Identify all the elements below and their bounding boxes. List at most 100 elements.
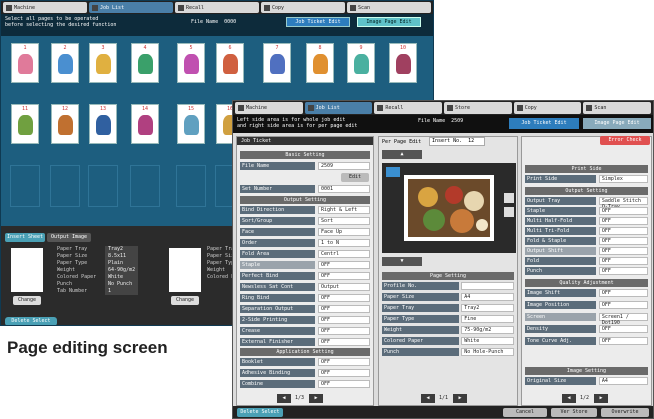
- tab-job-list[interactable]: Job List: [304, 102, 373, 114]
- setting-row[interactable]: Multi Tri-Fold OFF: [525, 227, 648, 235]
- page-thumbnail[interactable]: 6: [216, 43, 244, 83]
- page-thumbnail[interactable]: 4: [131, 43, 159, 83]
- setting-row[interactable]: Colored Paper White: [382, 337, 514, 345]
- row-label: File Name: [240, 162, 316, 170]
- setting-row[interactable]: Image Position OFF: [525, 301, 648, 309]
- setting-row[interactable]: Fold & Staple OFF: [525, 237, 648, 245]
- zoom-in-icon[interactable]: [504, 193, 514, 203]
- setting-row[interactable]: Tone Curve Adj. OFF: [525, 337, 648, 345]
- page-illustration-icon: [396, 54, 411, 74]
- setting-row[interactable]: Image Shift OFF: [525, 289, 648, 297]
- tab-recall[interactable]: Recall: [175, 2, 259, 13]
- setting-row[interactable]: External Finisher OFF: [240, 338, 370, 346]
- print-side-row[interactable]: Print Side Simplex: [525, 175, 648, 183]
- file-name-label: File Name: [418, 118, 446, 124]
- page-thumbnail[interactable]: 5: [177, 43, 205, 83]
- cancel-button[interactable]: Cancel: [503, 408, 547, 417]
- page-thumbnail[interactable]: 7: [263, 43, 291, 83]
- page-up-button[interactable]: ◀: [421, 394, 435, 403]
- file-name-row[interactable]: File Name 2509: [240, 162, 370, 170]
- setting-row[interactable]: Crease OFF: [240, 327, 370, 335]
- setting-row[interactable]: Profile No.: [382, 282, 514, 290]
- setting-row[interactable]: Paper Type Fine: [382, 315, 514, 323]
- job-ticket-edit-button[interactable]: Job Ticket Edit: [509, 118, 579, 129]
- ver-store-button[interactable]: Ver Store: [551, 408, 597, 417]
- zoom-out-icon[interactable]: [504, 207, 514, 217]
- setting-row[interactable]: Newsless Sat Cont Output: [240, 283, 370, 291]
- setting-row[interactable]: Perfect Bind OFF: [240, 272, 370, 280]
- setting-row[interactable]: Sort/Group Sort: [240, 217, 370, 225]
- page-thumbnail[interactable]: 1: [11, 43, 39, 83]
- image-page-edit-button[interactable]: Image Page Edit: [583, 118, 651, 129]
- tab-copy[interactable]: Copy: [513, 102, 582, 114]
- setting-row[interactable]: Order 1 to N: [240, 239, 370, 247]
- page-up-button[interactable]: ◀: [277, 394, 291, 403]
- setting-row[interactable]: Output Shift OFF: [525, 247, 648, 255]
- prev-page-button[interactable]: ▲: [382, 150, 422, 159]
- page-thumbnail[interactable]: 11: [11, 104, 39, 144]
- setting-row[interactable]: Combine OFF: [240, 380, 370, 388]
- setting-row[interactable]: Staple OFF: [240, 261, 370, 269]
- tab-output-image[interactable]: Output Image: [47, 233, 91, 242]
- setting-row[interactable]: Density OFF: [525, 325, 648, 333]
- setting-row[interactable]: 2-Side Printing OFF: [240, 316, 370, 324]
- page-thumbnail[interactable]: 9: [347, 43, 375, 83]
- page-thumbnail[interactable]: 3: [89, 43, 117, 83]
- page-thumbnail[interactable]: 10: [389, 43, 417, 83]
- setting-row[interactable]: Staple OFF: [525, 207, 648, 215]
- tab-scan[interactable]: Scan: [583, 102, 652, 114]
- page-down-button[interactable]: ▶: [309, 394, 323, 403]
- page-thumbnail[interactable]: 13: [89, 104, 117, 144]
- error-check-button[interactable]: Error Check: [600, 136, 650, 145]
- next-page-button[interactable]: ▼: [382, 257, 422, 266]
- page-thumbnail[interactable]: 14: [131, 104, 159, 144]
- tab-insert-sheet[interactable]: Insert Sheet: [5, 233, 45, 242]
- change-button[interactable]: Change: [171, 296, 199, 305]
- setting-row[interactable]: Separation Output OFF: [240, 305, 370, 313]
- insert-no-field[interactable]: Insert No. 12: [429, 137, 485, 146]
- tab-recall[interactable]: Recall: [374, 102, 443, 114]
- page-thumbnail[interactable]: 15: [177, 104, 205, 144]
- setting-row[interactable]: Paper Size A4: [382, 293, 514, 301]
- setting-row[interactable]: Fold OFF: [525, 257, 648, 265]
- setting-row[interactable]: Booklet OFF: [240, 358, 370, 366]
- setting-row[interactable]: Paper Tray Tray2: [382, 304, 514, 312]
- tab-scan[interactable]: Scan: [347, 2, 431, 13]
- setting-row[interactable]: Weight 75-90g/m2: [382, 326, 514, 334]
- delete-select-button[interactable]: Delete Select: [237, 408, 283, 417]
- page-down-button[interactable]: ▶: [453, 394, 467, 403]
- setting-row[interactable]: Punch No Hole-Punch: [382, 348, 514, 356]
- image-page-edit-button[interactable]: Image Page Edit: [357, 17, 421, 27]
- tab-copy[interactable]: Copy: [261, 2, 345, 13]
- row-label: Print Side: [525, 175, 597, 183]
- set-number-row[interactable]: Set Number 0001: [240, 185, 370, 193]
- job-ticket-title: Job Ticket: [237, 137, 373, 145]
- setting-row[interactable]: Fold Area Centrl: [240, 250, 370, 258]
- setting-row[interactable]: Screen Screen1 / Dot190: [525, 313, 648, 326]
- setting-row[interactable]: Multi Half-Fold OFF: [525, 217, 648, 225]
- overwrite-button[interactable]: Overwrite: [601, 408, 649, 417]
- sheet-labels: Paper Tray Paper Size Paper Type Weight …: [57, 246, 96, 295]
- page-thumbnail[interactable]: 12: [51, 104, 79, 144]
- page-down-button[interactable]: ▶: [594, 394, 608, 403]
- setting-row[interactable]: Adhesive Binding OFF: [240, 369, 370, 377]
- output-setting-right-header: Output Setting: [525, 187, 648, 195]
- setting-row[interactable]: Bind Direction Right & Left: [240, 206, 370, 214]
- page-thumbnail[interactable]: 2: [51, 43, 79, 83]
- tab-job-list[interactable]: Job List: [89, 2, 173, 13]
- setting-row[interactable]: Face Face Up: [240, 228, 370, 236]
- edit-button[interactable]: Edit: [341, 173, 369, 182]
- setting-row[interactable]: Punch OFF: [525, 267, 648, 275]
- job-ticket-edit-button[interactable]: Job Ticket Edit: [286, 17, 350, 27]
- tab-machine[interactable]: Machine: [3, 2, 87, 13]
- change-button[interactable]: Change: [13, 296, 41, 305]
- original-size-row[interactable]: Original Size A4: [525, 377, 648, 385]
- setting-row[interactable]: Output TraySaddle Stitch O-Tray: [525, 197, 648, 210]
- tab-store[interactable]: Store: [444, 102, 512, 114]
- tab-machine[interactable]: Machine: [235, 102, 303, 114]
- page-up-button[interactable]: ◀: [562, 394, 576, 403]
- delete-select-button[interactable]: Delete Select: [5, 317, 57, 325]
- setting-row[interactable]: Ring Bind OFF: [240, 294, 370, 302]
- file-name-value: 2509: [451, 118, 464, 124]
- page-thumbnail[interactable]: 8: [306, 43, 334, 83]
